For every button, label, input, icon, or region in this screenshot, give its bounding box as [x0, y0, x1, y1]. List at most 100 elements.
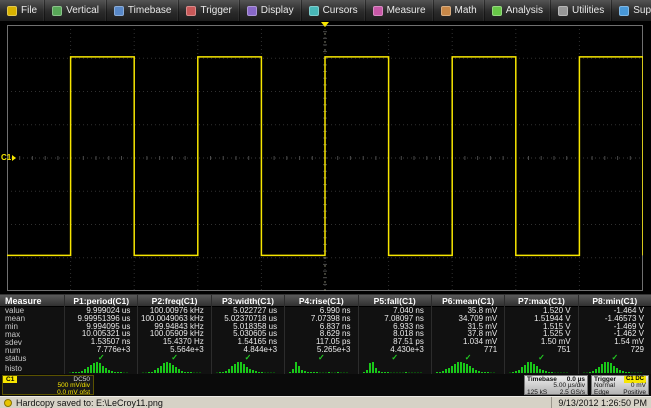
histo-bar	[145, 372, 147, 373]
measure-sdev: 87.51 ps	[359, 338, 431, 346]
measure-sdev: 1.53507 ns	[65, 338, 137, 346]
measure-min: 99.94843 kHz	[138, 323, 210, 331]
measure-column-header[interactable]: P6:mean(C1)	[432, 295, 504, 307]
menu-item-trigger[interactable]: Trigger	[179, 0, 239, 21]
histo-bar	[524, 365, 526, 373]
histo-bar	[481, 372, 483, 373]
histo-bar	[637, 372, 639, 373]
histo-bar	[84, 369, 86, 373]
measure-sdev: 15.4370 Hz	[138, 338, 210, 346]
histo-bar	[142, 372, 144, 373]
menu-item-file[interactable]: File	[0, 0, 45, 21]
menu-item-display[interactable]: Display	[240, 0, 302, 21]
graticule-and-trace	[7, 25, 643, 291]
histo-bar	[625, 372, 627, 373]
histo-bar	[457, 362, 459, 373]
info-icon	[4, 399, 12, 407]
histo-bar	[445, 369, 447, 373]
menu-item-timebase[interactable]: Timebase	[107, 0, 180, 21]
histo-bar	[640, 372, 642, 373]
timebase-descriptor[interactable]: Timebase 0.0 µs 5.00 µs/div 125 kS 2.5 G…	[524, 375, 588, 395]
measure-num: 5.265e+3	[285, 346, 357, 354]
histo-bar	[604, 362, 606, 373]
measure-column-header[interactable]: P5:fall(C1)	[359, 295, 431, 307]
measure-sdev: 1.54165 ns	[212, 338, 284, 346]
histo-bar	[231, 366, 233, 373]
histo-bar	[366, 370, 368, 373]
histo-bar	[566, 372, 568, 373]
histo-bar	[78, 372, 80, 373]
measure-column-p1[interactable]: P1:period(C1)9.999024 us9.99951396 us9.9…	[64, 295, 137, 374]
measure-row-labels: Measure value mean min max sdev num stat…	[0, 295, 64, 374]
measure-mean: 1.51944 V	[505, 315, 577, 323]
status-check-icon: ✓	[505, 354, 577, 362]
histo-bar	[490, 372, 492, 373]
histo-bar	[396, 372, 398, 373]
histo-bar	[270, 372, 272, 373]
measure-value: 7.040 ns	[359, 307, 431, 315]
menu-item-support[interactable]: Support	[612, 0, 651, 21]
measure-column-p4[interactable]: P4:rise(C1)6.990 ns7.07398 ns6.837 ns8.6…	[284, 295, 357, 374]
measure-min: 5.018358 us	[212, 323, 284, 331]
menu-item-utilities[interactable]: Utilities	[551, 0, 612, 21]
histo-bar	[533, 364, 535, 373]
measure-num: 751	[505, 346, 577, 354]
histo-bar	[237, 362, 239, 373]
channel-c1-descriptor[interactable]: C1 DC50 500 mV/div 0.0 mV ofst	[2, 375, 94, 395]
histo-bar	[607, 362, 609, 373]
histo-bar	[478, 371, 480, 373]
menu-item-measure[interactable]: Measure	[366, 0, 434, 21]
histo-bar	[622, 371, 624, 373]
histo-bar	[331, 372, 333, 373]
trigger-position-marker[interactable]	[321, 22, 329, 27]
histo-bar	[123, 372, 125, 373]
support-icon	[619, 6, 629, 16]
histo-bar	[96, 362, 98, 373]
measure-panel: Measure value mean min max sdev num stat…	[0, 294, 651, 374]
measure-column-header[interactable]: P2:freq(C1)	[138, 295, 210, 307]
histo-bar	[343, 372, 345, 373]
histo-bar	[542, 370, 544, 373]
measure-column-p5[interactable]: P5:fall(C1)7.040 ns7.08097 ns6.933 ns8.0…	[358, 295, 431, 374]
histo-bar	[181, 371, 183, 373]
measure-column-header[interactable]: P8:min(C1)	[579, 295, 651, 307]
timebase-label: Timebase	[527, 376, 557, 383]
measure-column-p3[interactable]: P3:width(C1)5.022727 us5.02370718 us5.01…	[211, 295, 284, 374]
histo-bar	[442, 371, 444, 373]
histo-bar	[313, 372, 315, 373]
menu-item-math[interactable]: Math	[434, 0, 485, 21]
histo-bar	[301, 370, 303, 373]
histogram-sparkline	[138, 362, 210, 374]
waveform-display-area[interactable]: C1	[0, 22, 651, 294]
histo-bar	[216, 372, 218, 373]
histo-bar	[539, 369, 541, 373]
histo-bar	[249, 369, 251, 373]
measure-column-p2[interactable]: P2:freq(C1)100.00976 kHz100.0049063 kHz9…	[137, 295, 210, 374]
histo-bar	[243, 364, 245, 373]
histo-bar	[108, 370, 110, 373]
histo-bar	[81, 371, 83, 373]
channel-c1-tab[interactable]: C1	[3, 376, 17, 383]
measure-column-header[interactable]: P4:rise(C1)	[285, 295, 357, 307]
measure-value: -1.464 V	[579, 307, 651, 315]
c1-zero-level-marker[interactable]: C1	[1, 153, 16, 162]
menu-item-cursors[interactable]: Cursors	[302, 0, 366, 21]
timebase-icon	[114, 6, 124, 16]
measure-column-header[interactable]: P3:width(C1)	[212, 295, 284, 307]
menu-item-analysis[interactable]: Analysis	[485, 0, 551, 21]
measure-column-header[interactable]: P7:max(C1)	[505, 295, 577, 307]
histo-bar	[117, 372, 119, 373]
histo-bar	[472, 368, 474, 373]
measure-column-p6[interactable]: P6:mean(C1)35.8 mV34.709 mV31.5 mV37.8 m…	[431, 295, 504, 374]
measure-column-header[interactable]: P1:period(C1)	[65, 295, 137, 307]
measure-max: 1.525 V	[505, 330, 577, 338]
measure-column-p8[interactable]: P8:min(C1)-1.464 V-1.46573 V-1.469 V-1.4…	[578, 295, 651, 374]
measure-max: 10.005321 us	[65, 330, 137, 338]
histo-bar	[114, 372, 116, 373]
histo-bar	[595, 369, 597, 373]
menu-item-vertical[interactable]: Vertical	[45, 0, 107, 21]
trigger-descriptor[interactable]: Trigger C1 DC Normal 0 mV Edge Positive	[591, 375, 649, 395]
measure-column-p7[interactable]: P7:max(C1)1.520 V1.51944 V1.515 V1.525 V…	[504, 295, 577, 374]
measure-min: 9.994095 us	[65, 323, 137, 331]
histo-bar	[557, 372, 559, 373]
